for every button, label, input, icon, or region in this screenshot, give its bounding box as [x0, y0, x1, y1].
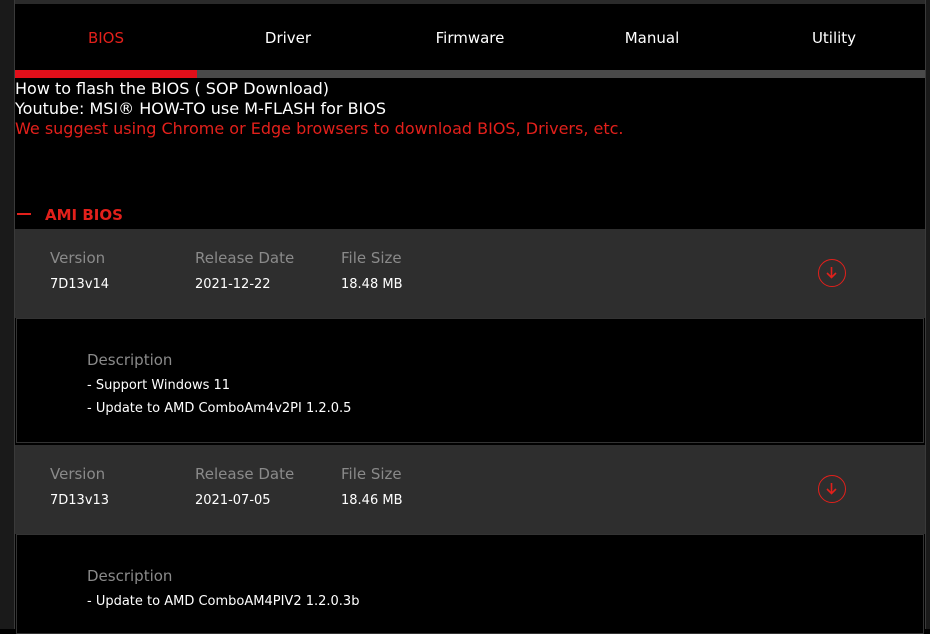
youtube-link[interactable]: Youtube: MSI® HOW-TO use M-FLASH for BIO…: [15, 99, 386, 118]
support-tabs: BIOS Driver Firmware Manual Utility: [15, 4, 925, 70]
release-date-value: 2021-12-22: [195, 277, 271, 292]
bios-info: How to flash the BIOS ( SOP Download) Yo…: [15, 79, 925, 139]
tab-firmware[interactable]: Firmware: [379, 4, 561, 70]
file-size-label: File Size: [341, 465, 402, 483]
download-circle-icon: [826, 267, 837, 279]
version-label: Version: [50, 249, 106, 267]
window-left-border: [0, 0, 14, 629]
download-button[interactable]: [818, 259, 846, 287]
version-value: 7D13v14: [50, 277, 110, 292]
tab-driver[interactable]: Driver: [197, 4, 379, 70]
release-date-value: 2021-07-05: [195, 493, 271, 508]
flash-guide-line: How to flash the BIOS ( SOP Download): [15, 79, 925, 99]
description-line: - Update to AMD ComboAm4v2PI 1.2.0.5: [87, 401, 352, 416]
browser-notice: We suggest using Chrome or Edge browsers…: [15, 119, 624, 138]
description-label: Description: [87, 351, 173, 369]
tab-bios[interactable]: BIOS: [15, 4, 197, 70]
tab-utility[interactable]: Utility: [743, 4, 925, 70]
bios-row: Version 7D13v14 Release Date 2021-12-22 …: [15, 229, 925, 318]
bios-row: Version 7D13v13 Release Date 2021-07-05 …: [15, 445, 925, 534]
youtube-line: Youtube: MSI® HOW-TO use M-FLASH for BIO…: [15, 99, 925, 119]
active-tab-indicator: [15, 70, 197, 78]
tab-manual[interactable]: Manual: [561, 4, 743, 70]
description-line: - Support Windows 11: [87, 378, 231, 393]
flash-guide-link[interactable]: How to flash the BIOS ( SOP Download): [15, 79, 329, 98]
description-panel: Description - Update to AMD ComboAM4PIV2…: [16, 534, 924, 634]
release-date-label: Release Date: [195, 249, 295, 267]
description-label: Description: [87, 567, 173, 585]
minus-icon: [17, 213, 31, 215]
file-size-label: File Size: [341, 249, 402, 267]
file-size-value: 18.48 MB: [341, 277, 403, 292]
version-label: Version: [50, 465, 106, 483]
section-title: AMI BIOS: [45, 206, 123, 224]
release-date-label: Release Date: [195, 465, 295, 483]
file-size-value: 18.46 MB: [341, 493, 403, 508]
content-right-edge: [925, 0, 926, 629]
description-panel: Description - Support Windows 11 - Updat…: [16, 318, 924, 443]
description-line: - Update to AMD ComboAM4PIV2 1.2.0.3b: [87, 594, 360, 609]
download-button[interactable]: [818, 475, 846, 503]
download-circle-icon: [826, 483, 837, 495]
version-value: 7D13v13: [50, 493, 110, 508]
